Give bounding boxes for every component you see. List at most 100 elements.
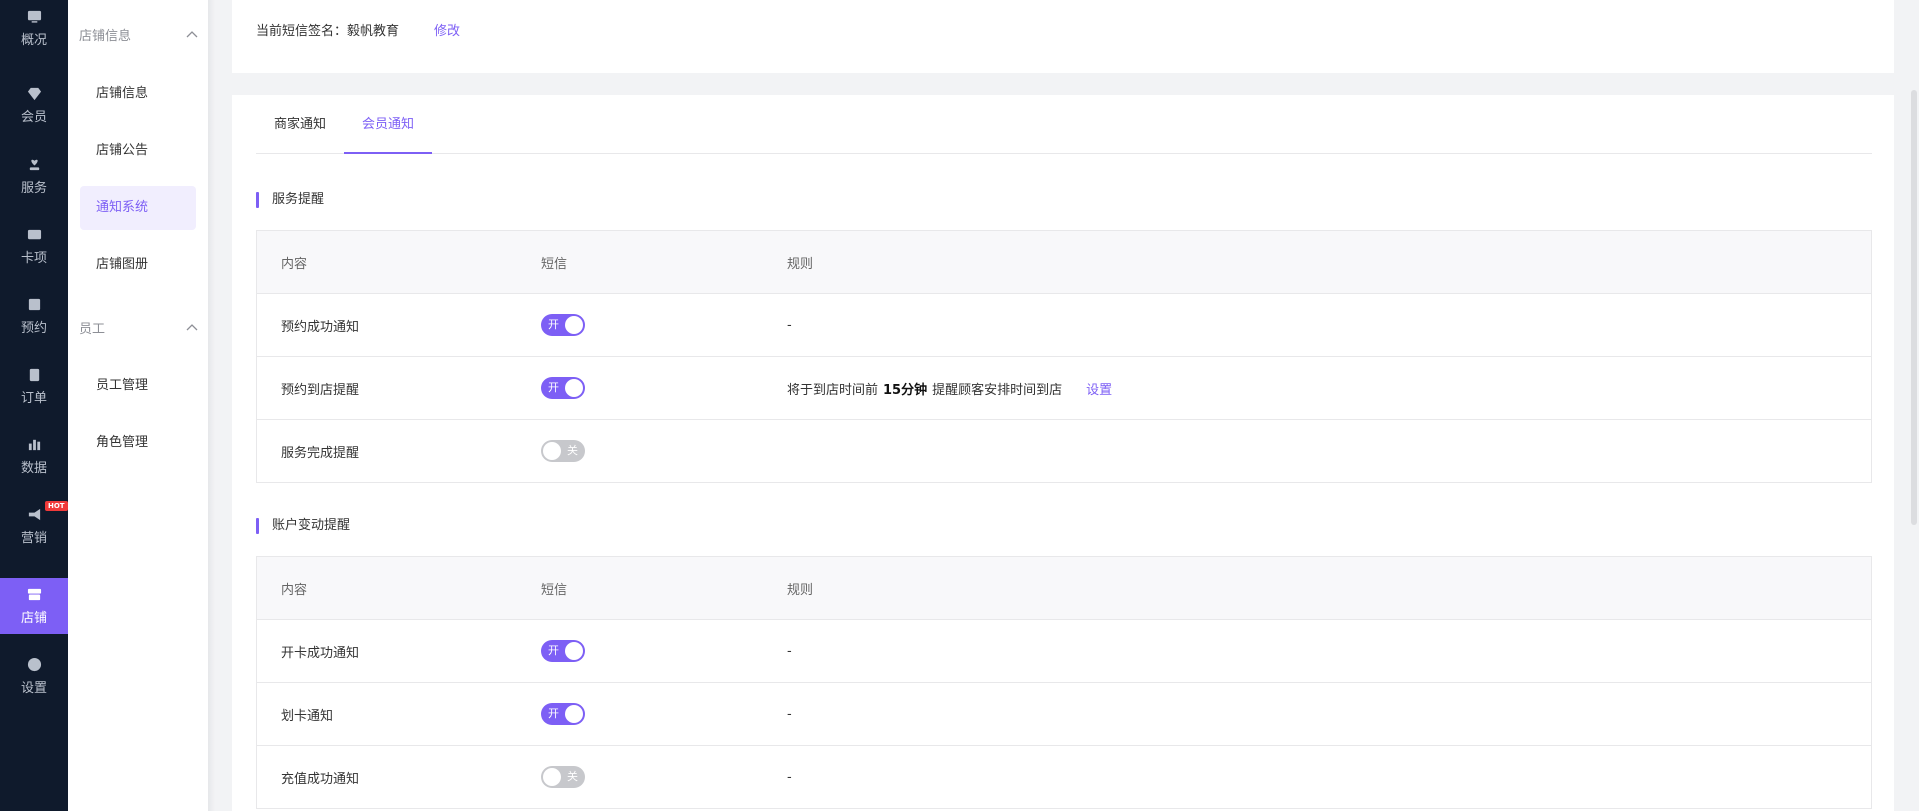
- sms-signature-panel: 当前短信签名：毅帆教育 修改: [232, 0, 1894, 73]
- toggle-label: 开: [548, 707, 559, 720]
- account-change-table: 内容 短信 规则 开卡成功通知 开 - 划卡通知 开 - 充值成功通知 关 -: [256, 556, 1872, 809]
- section-title-account: 账户变动提醒: [256, 518, 350, 534]
- tab-merchant-notification[interactable]: 商家通知: [256, 95, 344, 154]
- subnav-item-announcement[interactable]: 店铺公告: [80, 129, 196, 173]
- row-sms: 开: [541, 620, 585, 682]
- nav-item-label: 订单: [20, 390, 47, 406]
- table-row: 开卡成功通知 开 -: [257, 619, 1871, 682]
- table-row: 预约到店提醒 开 将于到店时间前 15分钟 提醒顾客安排时间到店 设置: [257, 356, 1871, 419]
- subnav-item-gallery[interactable]: 店铺图册: [80, 243, 196, 287]
- nav-item-overview[interactable]: 概况: [0, 0, 68, 56]
- monitor-icon: [27, 10, 41, 23]
- toggle-knob: [543, 442, 561, 460]
- nav-item-services[interactable]: 服务: [0, 148, 68, 204]
- nav-item-data[interactable]: 数据: [0, 428, 68, 484]
- nav-item-settings[interactable]: 设置: [0, 648, 68, 704]
- row-content: 充值成功通知: [281, 771, 360, 787]
- toggle-knob: [565, 316, 583, 334]
- row-content: 预约成功通知: [281, 319, 360, 335]
- nav-item-store[interactable]: 店铺: [0, 578, 68, 634]
- sms-toggle[interactable]: 开: [541, 703, 585, 725]
- row-sms: 关: [541, 746, 585, 808]
- row-content: 服务完成提醒: [281, 445, 360, 461]
- sms-toggle[interactable]: 关: [541, 766, 585, 788]
- sub-nav: 店铺信息 店铺信息 店铺公告 通知系统 店铺图册 员工 员工管理 角色管理: [68, 0, 208, 811]
- nav-item-marketing[interactable]: HOT 营销: [0, 498, 68, 554]
- heart-hand-icon: [29, 159, 39, 170]
- row-rule: -: [787, 643, 792, 659]
- toggle-knob: [565, 379, 583, 397]
- toggle-label: 关: [567, 444, 578, 457]
- header-sms: 短信: [541, 582, 568, 598]
- chevron-up-icon: [186, 31, 198, 38]
- sms-toggle[interactable]: 开: [541, 314, 585, 336]
- nav-item-members[interactable]: 会员: [0, 77, 68, 133]
- header-content: 内容: [281, 582, 308, 598]
- nav-item-label: 概况: [20, 32, 47, 48]
- notification-tabs: 商家通知 会员通知: [256, 95, 1872, 154]
- main-nav: 概况 会员 服务 卡项 预约 订单 数据 HOT 营销 店铺 设置: [0, 0, 68, 811]
- nav-item-label: 数据: [20, 460, 47, 476]
- header-rule: 规则: [787, 256, 814, 272]
- sms-toggle[interactable]: 关: [541, 440, 585, 462]
- table-header-row: 内容 短信 规则: [257, 231, 1871, 293]
- header-content: 内容: [281, 256, 308, 272]
- nav-item-label: 卡项: [20, 250, 47, 266]
- gear-icon: [27, 657, 41, 671]
- rule-prefix: 将于到店时间前: [787, 382, 879, 398]
- card-icon: [27, 229, 41, 239]
- subnav-divider: [208, 0, 215, 811]
- tab-member-notification[interactable]: 会员通知: [344, 95, 432, 154]
- toggle-label: 开: [548, 381, 559, 394]
- clipboard-icon: [29, 368, 39, 381]
- sms-signature-text: 当前短信签名：毅帆教育: [256, 24, 400, 39]
- header-sms: 短信: [541, 256, 568, 272]
- nav-item-cards[interactable]: 卡项: [0, 218, 68, 274]
- row-rule: -: [787, 317, 792, 333]
- toggle-label: 开: [548, 644, 559, 657]
- table-header-row: 内容 短信 规则: [257, 557, 1871, 619]
- section-title-service: 服务提醒: [256, 192, 324, 208]
- row-sms: 关: [541, 420, 585, 482]
- table-row: 充值成功通知 关 -: [257, 745, 1871, 808]
- nav-item-label: 服务: [20, 180, 47, 196]
- hot-badge: HOT: [45, 501, 68, 511]
- edit-signature-link[interactable]: 修改: [434, 20, 460, 39]
- subnav-item-store-info[interactable]: 店铺信息: [80, 72, 196, 116]
- table-row: 服务完成提醒 关: [257, 419, 1871, 482]
- row-content: 开卡成功通知: [281, 645, 360, 661]
- nav-item-orders[interactable]: 订单: [0, 358, 68, 414]
- row-rule: -: [787, 706, 792, 722]
- header-rule: 规则: [787, 582, 814, 598]
- bar-chart-icon: [28, 439, 40, 450]
- nav-item-label: 设置: [20, 680, 47, 696]
- subnav-group-title: 员工: [79, 321, 106, 337]
- chevron-up-icon: [186, 324, 198, 331]
- nav-item-booking[interactable]: 预约: [0, 288, 68, 344]
- table-row: 预约成功通知 开 -: [257, 293, 1871, 356]
- service-reminder-table: 内容 短信 规则 预约成功通知 开 - 预约到店提醒 开 将于到店时间前 15分…: [256, 230, 1872, 483]
- nav-item-label: 店铺: [20, 610, 47, 626]
- row-sms: 开: [541, 294, 585, 356]
- subnav-group-staff[interactable]: 员工: [79, 317, 198, 337]
- nav-item-label: 会员: [20, 109, 47, 125]
- sms-toggle[interactable]: 开: [541, 640, 585, 662]
- row-content: 划卡通知: [281, 708, 334, 724]
- nav-item-label: 预约: [20, 320, 47, 336]
- row-sms: 开: [541, 683, 585, 745]
- sms-toggle[interactable]: 开: [541, 377, 585, 399]
- calendar-icon: [28, 298, 40, 310]
- diamond-icon: [27, 87, 41, 100]
- rule-time: 15分钟: [883, 382, 928, 398]
- notification-panel: 商家通知 会员通知 服务提醒 内容 短信 规则 预约成功通知 开 - 预约到店提…: [232, 95, 1894, 811]
- toggle-knob: [565, 705, 583, 723]
- toggle-knob: [543, 768, 561, 786]
- page-scrollbar[interactable]: [1911, 90, 1917, 525]
- subnav-item-role-management[interactable]: 角色管理: [80, 421, 196, 465]
- rule-settings-link[interactable]: 设置: [1086, 379, 1112, 398]
- subnav-item-notification[interactable]: 通知系统: [80, 186, 196, 230]
- subnav-item-staff-management[interactable]: 员工管理: [80, 364, 196, 408]
- subnav-group-store-info[interactable]: 店铺信息: [79, 24, 198, 44]
- store-icon: [27, 588, 41, 600]
- row-rule: 将于到店时间前 15分钟 提醒顾客安排时间到店 设置: [787, 357, 1112, 419]
